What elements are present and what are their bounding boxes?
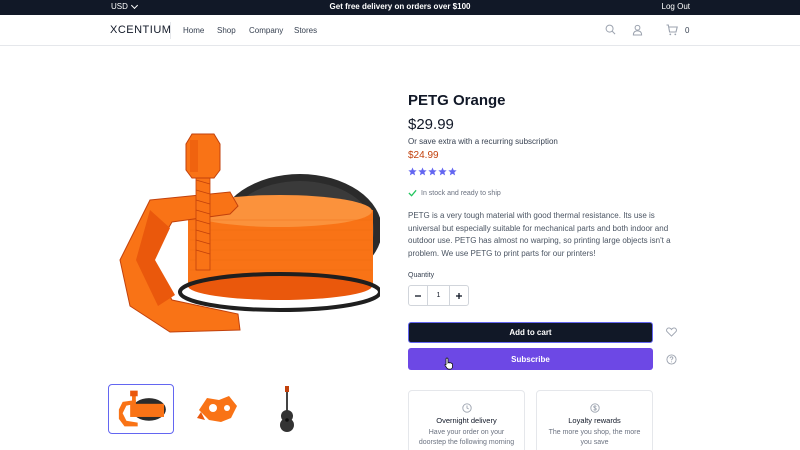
add-to-cart-button[interactable]: Add to cart <box>408 322 653 343</box>
feature-card-loyalty: Loyalty rewards The more you shop, the m… <box>536 390 653 450</box>
star-icon <box>428 167 437 176</box>
logo[interactable]: XCENTIUM <box>110 24 171 36</box>
nav-company[interactable]: Company <box>249 26 294 35</box>
thumbnail-parts[interactable] <box>183 384 249 434</box>
quantity-decrease-button[interactable] <box>409 286 427 305</box>
thumbnail-spool[interactable] <box>108 384 174 434</box>
product-price: $29.99 <box>408 116 454 133</box>
feature-description: Have your order on your doorstep the fol… <box>418 429 515 446</box>
subscription-note: Or save extra with a recurring subscript… <box>408 137 558 146</box>
clock-icon <box>461 403 472 413</box>
rating-stars <box>408 167 457 176</box>
nav-home[interactable]: Home <box>183 26 217 35</box>
feature-card-delivery: Overnight delivery Have your order on yo… <box>408 390 525 450</box>
feature-title: Overnight delivery <box>436 416 497 425</box>
quantity-value[interactable]: 1 <box>427 286 450 305</box>
stock-text: In stock and ready to ship <box>421 189 501 197</box>
help-circle-icon[interactable] <box>666 354 677 365</box>
announcement-bar: USD Get free delivery on orders over $10… <box>0 0 800 15</box>
product-title: PETG Orange <box>408 92 506 109</box>
star-icon <box>418 167 427 176</box>
currency-selector[interactable]: USD <box>111 1 138 11</box>
stock-status: In stock and ready to ship <box>408 189 501 197</box>
check-icon <box>408 189 417 197</box>
product-description: PETG is a very tough material with good … <box>408 211 671 258</box>
currency-label: USD <box>111 2 128 11</box>
feature-description: The more you shop, the more you save <box>548 429 641 446</box>
divider <box>170 22 171 39</box>
logout-link[interactable]: Log Out <box>662 2 690 11</box>
ukulele-thumbnail-image <box>280 386 294 432</box>
search-icon[interactable] <box>605 24 616 35</box>
cart-icon[interactable] <box>666 24 678 36</box>
spool-thumbnail-image <box>118 390 166 427</box>
star-icon <box>448 167 457 176</box>
dollar-coin-icon <box>589 403 600 413</box>
nav-stores[interactable]: Stores <box>294 26 324 35</box>
thumbnail-ukulele[interactable] <box>255 384 321 434</box>
main-nav: Home Shop Company Stores <box>183 26 324 35</box>
user-icon[interactable] <box>632 24 643 36</box>
subscription-price: $24.99 <box>408 150 439 161</box>
quantity-increase-button[interactable] <box>450 286 468 305</box>
cart-count: 0 <box>685 26 690 35</box>
quantity-stepper: 1 <box>408 285 469 306</box>
chevron-down-icon <box>130 1 138 10</box>
star-icon <box>408 167 417 176</box>
parts-thumbnail-image <box>197 396 237 422</box>
nav-shop[interactable]: Shop <box>217 26 249 35</box>
site-header: XCENTIUM Home Shop Company Stores 0 <box>0 15 800 46</box>
plus-icon <box>456 292 462 299</box>
minus-icon <box>415 294 421 297</box>
heart-icon[interactable] <box>666 327 677 337</box>
quantity-label: Quantity <box>408 272 435 279</box>
mouse-pointer-icon <box>444 357 453 370</box>
feature-title: Loyalty rewards <box>568 416 621 425</box>
product-main-image <box>119 133 380 333</box>
star-icon <box>438 167 447 176</box>
